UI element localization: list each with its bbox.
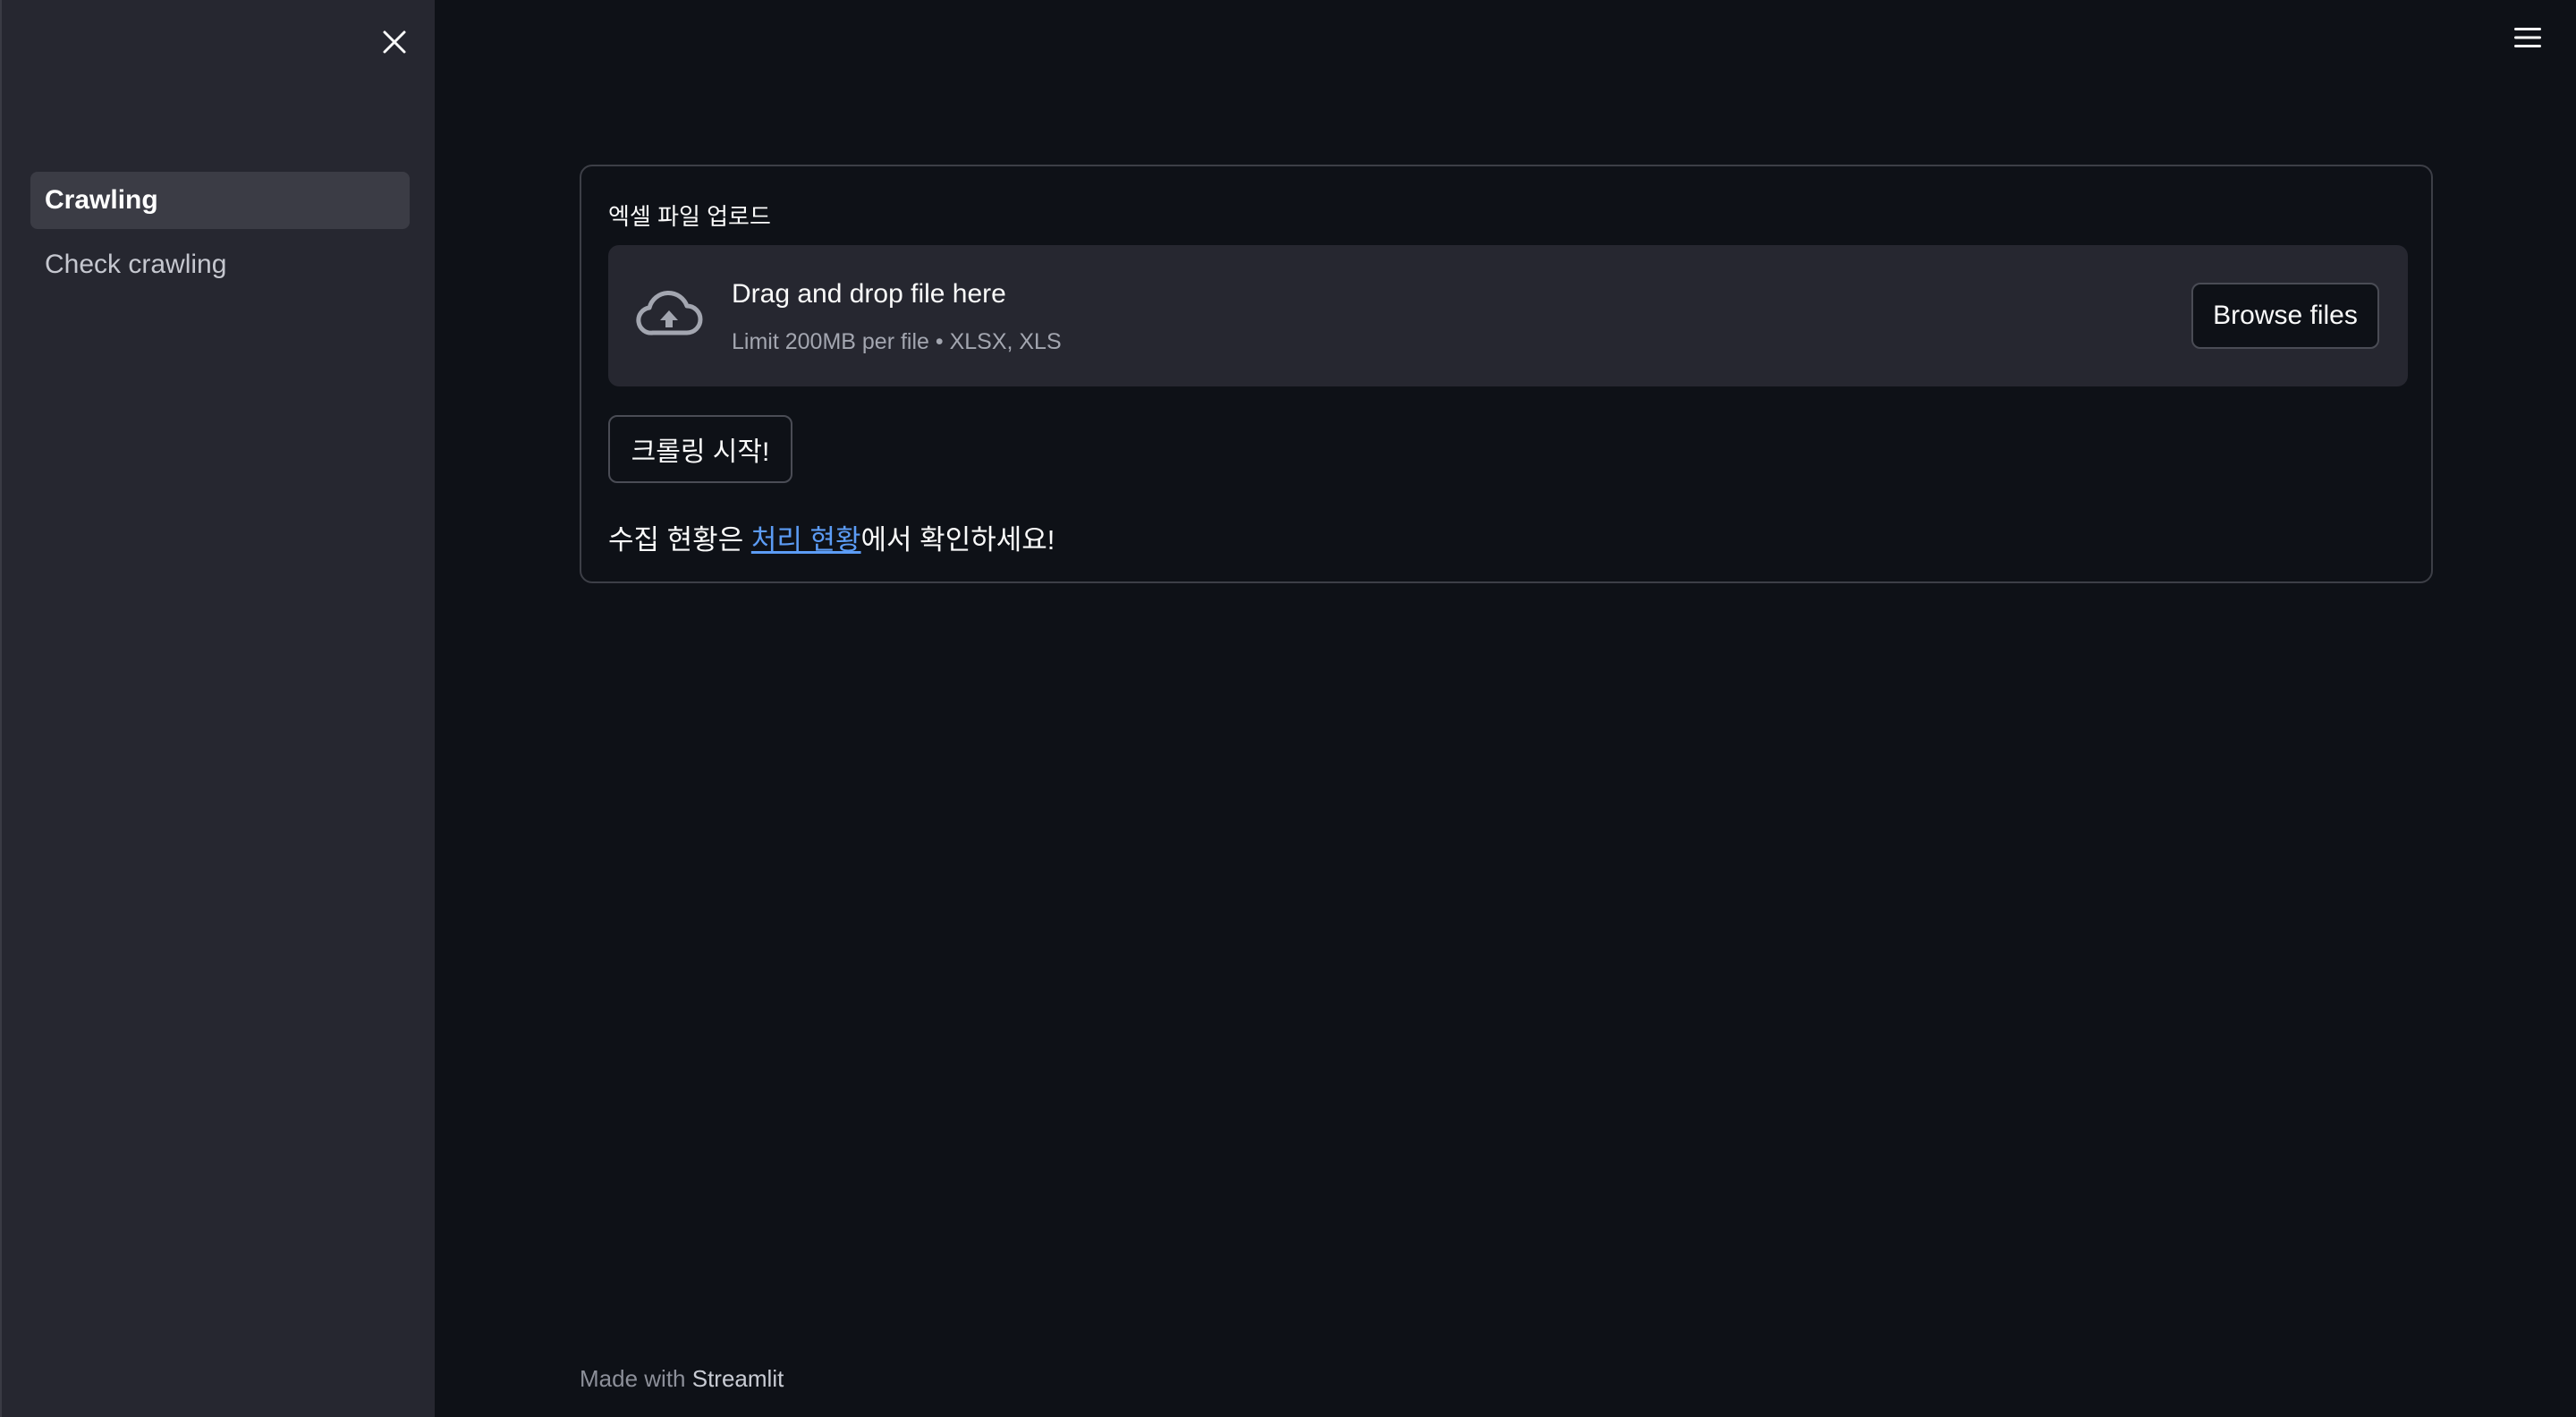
sidebar-item-crawling[interactable]: Crawling: [30, 172, 410, 229]
status-message: 수집 현황은 처리 현황에서 확인하세요!: [608, 517, 1055, 557]
upload-form: 엑셀 파일 업로드 Drag and drop file here Limit …: [580, 165, 2433, 583]
main-menu-button[interactable]: [2508, 20, 2547, 55]
status-prefix: 수집 현황은: [608, 524, 751, 556]
sidebar-item-check-crawling[interactable]: Check crawling: [30, 236, 410, 293]
sidebar-nav: Crawling Check crawling: [30, 172, 410, 301]
dropzone-title: Drag and drop file here: [732, 279, 1006, 309]
browse-files-button[interactable]: Browse files: [2191, 283, 2379, 349]
hamburger-menu-icon: [2514, 28, 2541, 47]
start-crawling-button[interactable]: 크롤링 시작!: [608, 415, 792, 483]
status-suffix: 에서 확인하세요!: [860, 524, 1055, 556]
file-dropzone[interactable]: Drag and drop file here Limit 200MB per …: [608, 245, 2408, 386]
footer-prefix: Made with: [580, 1365, 692, 1392]
close-sidebar-button[interactable]: [374, 21, 415, 63]
app-root: Crawling Check crawling 엑셀 파일 업로드 Drag a…: [0, 0, 2576, 1417]
sidebar: Crawling Check crawling: [0, 0, 435, 1417]
dropzone-limit-text: Limit 200MB per file • XLSX, XLS: [732, 329, 1062, 354]
cloud-upload-icon: [636, 290, 703, 335]
footer: Made with Streamlit: [580, 1365, 784, 1393]
upload-label: 엑셀 파일 업로드: [608, 203, 771, 230]
sidebar-item-label: Crawling: [45, 185, 158, 215]
sidebar-item-label: Check crawling: [45, 250, 227, 279]
streamlit-link[interactable]: Streamlit: [692, 1365, 784, 1392]
status-page-link[interactable]: 처리 현황: [751, 524, 861, 556]
close-icon: [383, 30, 406, 54]
